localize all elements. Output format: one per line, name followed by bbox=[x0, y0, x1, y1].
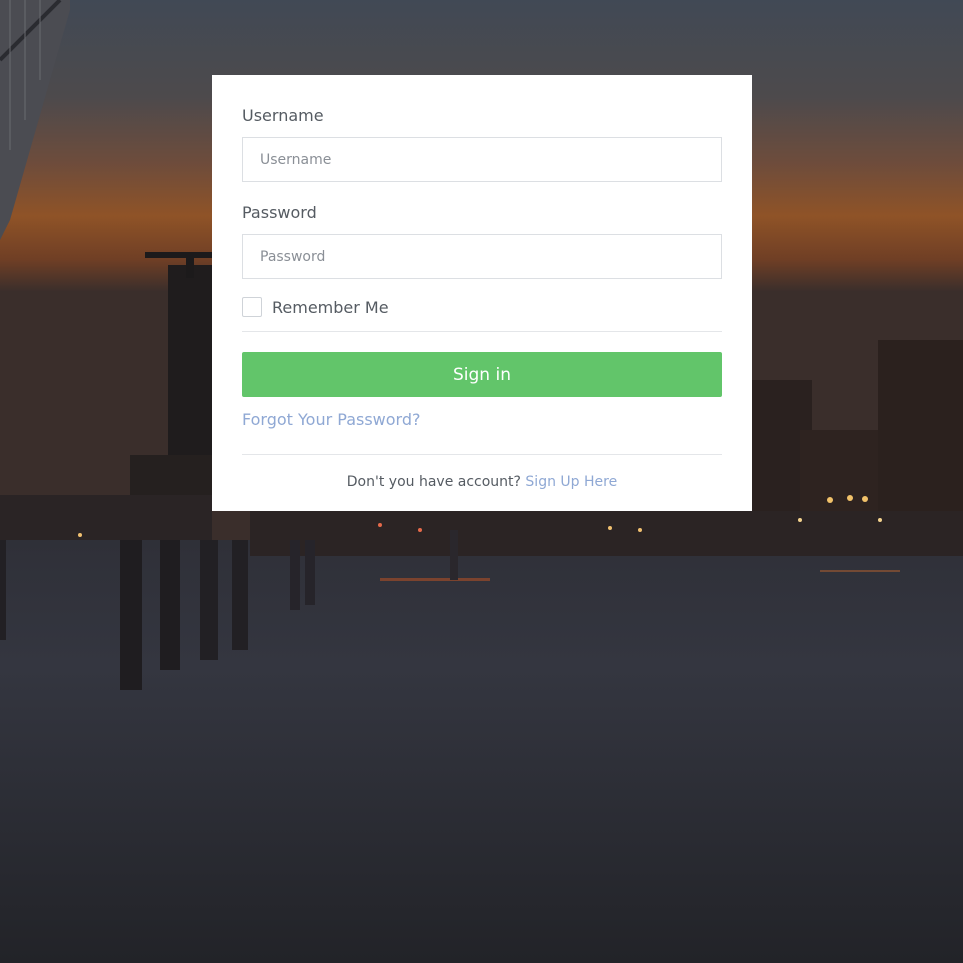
username-input[interactable] bbox=[242, 137, 722, 182]
password-label: Password bbox=[242, 203, 317, 222]
divider bbox=[242, 454, 722, 455]
forgot-password-link[interactable]: Forgot Your Password? bbox=[242, 409, 722, 431]
sign-in-button[interactable]: Sign in bbox=[242, 352, 722, 397]
sign-up-link[interactable]: Sign Up Here bbox=[525, 474, 617, 490]
divider bbox=[242, 331, 722, 332]
remember-me-checkbox[interactable] bbox=[242, 297, 262, 317]
remember-me-row: Remember Me bbox=[242, 296, 722, 318]
login-page: Username Password Remember Me Sign in Fo… bbox=[0, 0, 963, 963]
signup-row: Don't you have account? Sign Up Here bbox=[242, 472, 722, 492]
login-card: Username Password Remember Me Sign in Fo… bbox=[212, 75, 752, 511]
signup-prompt: Don't you have account? bbox=[346, 474, 526, 490]
username-label: Username bbox=[242, 106, 324, 125]
remember-me-label[interactable]: Remember Me bbox=[272, 298, 389, 317]
password-input[interactable] bbox=[242, 234, 722, 279]
